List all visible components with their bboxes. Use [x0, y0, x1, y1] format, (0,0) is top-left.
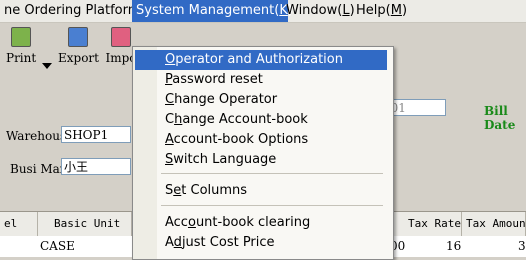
menu-item-password-reset[interactable]: Password reset [135, 70, 387, 90]
column-header-model[interactable]: el [0, 212, 38, 236]
busi-man-label: Busi Man [10, 162, 68, 176]
menu-item-account-book-options[interactable]: Account-book Options [135, 130, 387, 150]
menu-item-switch-language[interactable]: Switch Language [135, 150, 387, 170]
print-button[interactable]: Print [6, 27, 36, 65]
cell-basic-unit: CASE [40, 239, 75, 253]
menu-ordering-platform[interactable]: ne Ordering Platform [0, 0, 144, 22]
warehouse-field[interactable]: SHOP1 [61, 126, 131, 143]
busi-man-field[interactable]: 小王 [61, 158, 131, 175]
menu-item-change-operator[interactable]: Change Operator [135, 90, 387, 110]
print-dropdown-arrow-icon[interactable] [42, 63, 52, 69]
menu-separator [161, 205, 383, 206]
export-icon [68, 27, 88, 47]
menu-bar: ne Ordering Platform System Management(K… [0, 0, 526, 23]
menu-item-account-book-clearing[interactable]: Account-book clearing [135, 213, 387, 233]
column-header-tax-amount[interactable]: Tax Amount [462, 212, 526, 236]
menu-item-operator-authorization[interactable]: Operator and Authorization [135, 50, 387, 70]
system-management-dropdown: Operator and Authorization Password rese… [132, 46, 394, 260]
menu-separator [161, 173, 383, 174]
cell-tax-rate: 16 [446, 239, 462, 253]
menu-item-set-columns[interactable]: Set Columns [135, 181, 387, 201]
bill-date-label: Bill Date [484, 104, 516, 132]
cell-tax-amount: 3 [518, 239, 526, 253]
column-header-tax-rate[interactable]: Tax Rate [404, 212, 462, 236]
menu-window[interactable]: Window(L) [282, 0, 359, 22]
export-button[interactable]: Export [58, 27, 99, 65]
import-icon [111, 27, 131, 47]
menu-system-management[interactable]: System Management(K) [132, 0, 293, 22]
menu-item-change-account-book[interactable]: Change Account-book [135, 110, 387, 130]
menu-help[interactable]: Help(M) [352, 0, 411, 22]
menu-item-adjust-cost-price[interactable]: Adjust Cost Price [135, 233, 387, 253]
print-icon [11, 27, 31, 47]
column-header-basic-unit[interactable]: Basic Unit [38, 212, 132, 236]
